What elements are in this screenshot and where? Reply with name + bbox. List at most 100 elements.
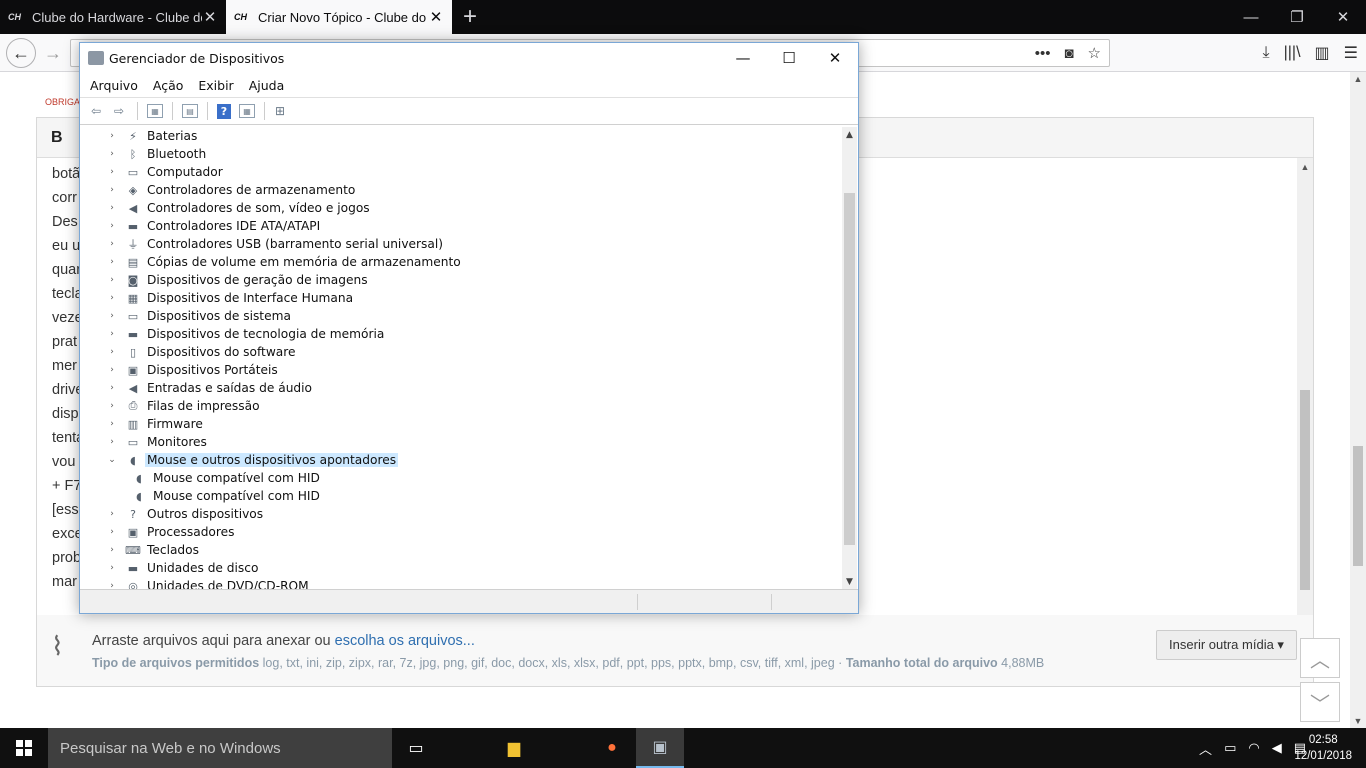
scan-hardware-icon[interactable]: ⊞ xyxy=(270,101,290,121)
page-scrollbar[interactable]: ▲ ▼ xyxy=(1350,72,1366,728)
device-category[interactable]: › ▣ Dispositivos Portáteis xyxy=(106,361,278,379)
expand-arrow-icon[interactable]: › xyxy=(106,131,118,141)
close-icon[interactable]: ✕ xyxy=(812,43,858,73)
device-category[interactable]: › ᛒ Bluetooth xyxy=(106,145,206,163)
device-tree-scrollbar[interactable]: ▲ ▼ xyxy=(842,127,857,590)
device-category[interactable]: › ▦ Dispositivos de Interface Humana xyxy=(106,289,353,307)
minimize-icon[interactable]: — xyxy=(1228,0,1274,34)
new-tab-button[interactable]: + xyxy=(452,0,488,34)
view-icon[interactable]: ▦ xyxy=(239,104,255,118)
expand-arrow-icon[interactable]: › xyxy=(106,347,118,357)
expand-arrow-icon[interactable]: › xyxy=(106,365,118,375)
device-category[interactable]: › ▯ Dispositivos do software xyxy=(106,343,295,361)
device-category[interactable]: › ▭ Computador xyxy=(106,163,223,181)
dm-title-bar[interactable]: Gerenciador de Dispositivos — ☐ ✕ xyxy=(80,43,858,73)
editor-scrollbar[interactable]: ▲ ▼ xyxy=(1297,158,1313,686)
expand-arrow-icon[interactable]: › xyxy=(106,239,118,249)
forward-arrow-icon[interactable]: ⇨ xyxy=(109,101,129,121)
task-view-icon[interactable]: ▭ xyxy=(392,728,440,768)
device-category[interactable]: › ▣ Processadores xyxy=(106,523,234,541)
expand-arrow-icon[interactable]: › xyxy=(106,401,118,411)
device-category[interactable]: › ◙ Dispositivos de geração de imagens xyxy=(106,271,367,289)
scroll-bottom-button[interactable]: ﹀ xyxy=(1300,682,1340,722)
choose-files-link[interactable]: escolha os arquivos... xyxy=(335,633,475,649)
properties-grid-icon[interactable]: ▦ xyxy=(147,104,163,118)
restore-icon[interactable]: ❐ xyxy=(1274,0,1320,34)
close-icon[interactable]: ✕ xyxy=(1320,0,1366,34)
maximize-icon[interactable]: ☐ xyxy=(766,43,812,73)
device-category[interactable]: › ⏚ Controladores USB (barramento serial u… xyxy=(106,235,443,253)
scroll-up-icon[interactable]: ▲ xyxy=(1297,162,1313,172)
device-category[interactable]: › ▬ Controladores IDE ATA/ATAPI xyxy=(106,217,320,235)
back-arrow-icon[interactable]: ⇦ xyxy=(86,101,106,121)
device-category[interactable]: › ▥ Firmware xyxy=(106,415,203,433)
expand-arrow-icon[interactable]: › xyxy=(106,527,118,537)
minimize-icon[interactable]: — xyxy=(720,43,766,73)
library-icon[interactable]: |||\ xyxy=(1284,44,1301,62)
hamburger-menu-icon[interactable]: ☰ xyxy=(1344,43,1358,63)
menu-ajuda[interactable]: Ajuda xyxy=(249,78,285,93)
scroll-down-icon[interactable]: ▼ xyxy=(842,577,857,587)
tab-clube-do-hardware[interactable]: CH Clube do Hardware - Clube do ✕ xyxy=(0,0,226,34)
forward-button[interactable]: → xyxy=(38,38,68,68)
device-category[interactable]: ›? Outros dispositivos xyxy=(106,505,263,523)
expand-arrow-icon[interactable]: › xyxy=(106,545,118,555)
download-icon[interactable]: ⤓ xyxy=(1263,44,1270,62)
properties-icon[interactable]: ▤ xyxy=(182,104,198,118)
device-item[interactable]: ◖ Mouse compatível com HID xyxy=(131,469,320,487)
expand-arrow-icon[interactable]: › xyxy=(106,185,118,195)
expand-arrow-icon[interactable]: › xyxy=(106,509,118,519)
expand-arrow-icon[interactable]: › xyxy=(106,437,118,447)
expand-arrow-icon[interactable]: › xyxy=(106,419,118,429)
sidebar-icon[interactable]: ▥ xyxy=(1315,43,1330,63)
expand-arrow-icon[interactable]: › xyxy=(106,383,118,393)
expand-arrow-icon[interactable]: › xyxy=(106,275,118,285)
battery-icon[interactable]: ▭ xyxy=(1224,740,1236,756)
bookmark-star-icon[interactable]: ☆ xyxy=(1088,44,1101,62)
device-tree[interactable]: › ⚡ Baterias › ᛒ Bluetooth › ▭ Computador › ◈ Contr… xyxy=(81,127,841,590)
scroll-up-icon[interactable]: ▲ xyxy=(842,130,857,140)
device-item[interactable]: ◖ Mouse compatível com HID xyxy=(131,487,320,505)
scroll-top-button[interactable]: ︿ xyxy=(1300,638,1340,678)
device-category[interactable]: › ▬ Unidades de disco xyxy=(106,559,258,577)
menu-arquivo[interactable]: Arquivo xyxy=(90,78,138,93)
tab-criar-novo-topico[interactable]: CH Criar Novo Tópico - Clube do H ✕ xyxy=(226,0,452,34)
tab-close-icon[interactable]: ✕ xyxy=(202,8,218,26)
attachment-area[interactable]: ⌇ Arraste arquivos aqui para anexar ou e… xyxy=(36,615,1314,687)
expand-arrow-icon[interactable]: › xyxy=(106,257,118,267)
device-category[interactable]: ⌄ ◖ Mouse e outros dispositivos apontadore… xyxy=(106,451,399,469)
collapse-arrow-icon[interactable]: ⌄ xyxy=(106,455,118,465)
taskbar-clock[interactable]: 02:58 12/01/2018 xyxy=(1294,732,1352,764)
scroll-thumb[interactable] xyxy=(1300,390,1310,590)
menu-exibir[interactable]: Exibir xyxy=(198,78,233,93)
device-category[interactable]: › ⚡ Baterias xyxy=(106,127,197,145)
device-category[interactable]: › ◀ Entradas e saídas de áudio xyxy=(106,379,312,397)
device-manager-taskbar-icon[interactable]: ▣ xyxy=(636,728,684,768)
back-button[interactable]: ← xyxy=(6,38,36,68)
page-actions-icon[interactable]: ••• xyxy=(1035,45,1051,62)
expand-arrow-icon[interactable]: › xyxy=(106,563,118,573)
scroll-down-icon[interactable]: ▼ xyxy=(1350,716,1366,726)
device-category[interactable]: › ▭ Dispositivos de sistema xyxy=(106,307,291,325)
device-category[interactable]: › ▤ Cópias de volume em memória de armazen… xyxy=(106,253,461,271)
scroll-thumb[interactable] xyxy=(1353,446,1363,566)
expand-arrow-icon[interactable]: › xyxy=(106,203,118,213)
device-category[interactable]: › ▬ Dispositivos de tecnologia de memória xyxy=(106,325,384,343)
scroll-thumb[interactable] xyxy=(844,193,855,545)
device-category[interactable]: › ◀ Controladores de som, vídeo e jogos xyxy=(106,199,369,217)
expand-arrow-icon[interactable]: › xyxy=(106,293,118,303)
insert-media-button[interactable]: Inserir outra mídia ▾ xyxy=(1156,630,1297,660)
tab-close-icon[interactable]: ✕ xyxy=(428,8,444,26)
device-category[interactable]: › ⎙ Filas de impressão xyxy=(106,397,259,415)
taskbar-search[interactable]: Pesquisar na Web e no Windows xyxy=(48,728,392,768)
scroll-up-icon[interactable]: ▲ xyxy=(1350,74,1366,84)
device-category[interactable]: › ◈ Controladores de armazenamento xyxy=(106,181,355,199)
expand-arrow-icon[interactable]: › xyxy=(106,329,118,339)
wifi-icon[interactable]: ◠ xyxy=(1248,740,1259,756)
file-explorer-icon[interactable]: ▆ xyxy=(490,728,538,768)
menu-acao[interactable]: Ação xyxy=(153,78,184,93)
bold-button[interactable]: B xyxy=(51,129,63,147)
expand-arrow-icon[interactable]: › xyxy=(106,311,118,321)
expand-arrow-icon[interactable]: › xyxy=(106,167,118,177)
expand-arrow-icon[interactable]: › xyxy=(106,221,118,231)
